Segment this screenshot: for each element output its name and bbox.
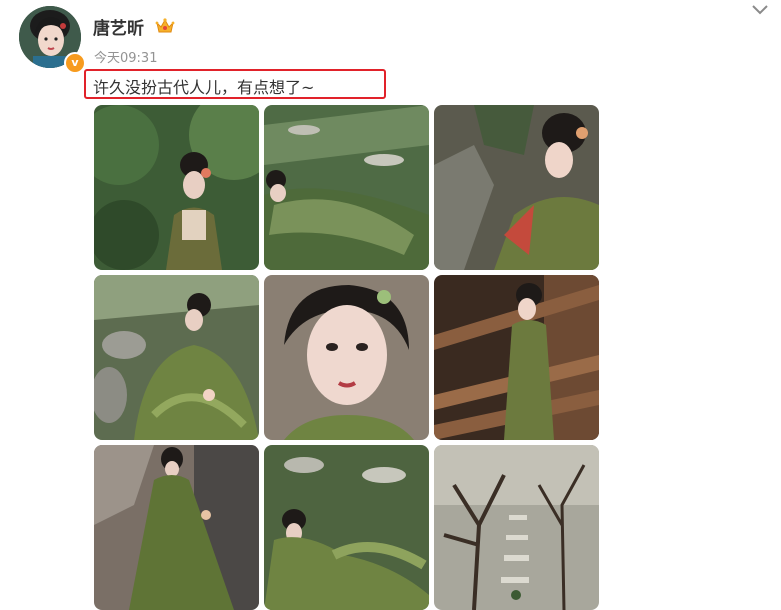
post-timestamp[interactable]: 今天09:31 xyxy=(94,47,157,66)
photo-4[interactable] xyxy=(94,275,259,440)
photo-1[interactable] xyxy=(94,105,259,270)
photo-2[interactable] xyxy=(264,105,429,270)
photo-8[interactable] xyxy=(264,445,429,610)
verified-badge-icon: v xyxy=(64,52,86,74)
photo-5[interactable] xyxy=(264,275,429,440)
author-name[interactable]: 唐艺昕 xyxy=(93,14,144,39)
photo-3[interactable] xyxy=(434,105,599,270)
crown-icon[interactable] xyxy=(155,17,175,35)
chevron-down-icon[interactable] xyxy=(750,2,770,18)
photo-6[interactable] xyxy=(434,275,599,440)
photo-7[interactable] xyxy=(94,445,259,610)
photo-9[interactable] xyxy=(434,445,599,610)
post-text: 许久没扮古代人儿，有点想了~ xyxy=(93,78,315,97)
